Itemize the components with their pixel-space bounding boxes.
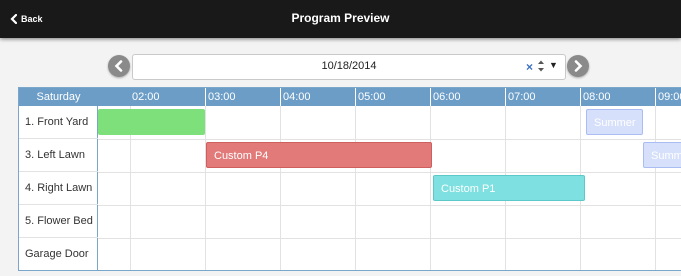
time-label: 06:00	[430, 88, 505, 106]
timeline-area[interactable]: Summer Custom P4 Summer Custom P1	[98, 106, 681, 270]
grid-line	[98, 238, 681, 239]
page-title: Program Preview	[291, 11, 390, 25]
date-input[interactable]: 10/18/2014 × ▼	[132, 54, 566, 80]
time-label: 07:00	[505, 88, 580, 106]
time-label: 03:00	[205, 88, 280, 106]
chevron-right-icon	[574, 60, 583, 72]
time-label: 02:00	[132, 91, 160, 103]
event-block[interactable]: Custom P1	[433, 175, 585, 201]
time-label: 04:00	[280, 88, 355, 106]
event-block[interactable]	[98, 109, 205, 135]
event-block[interactable]: Summer	[586, 109, 643, 135]
grid-line	[355, 106, 356, 270]
time-label: 08:00	[580, 88, 655, 106]
top-bar: Back Program Preview	[0, 0, 681, 38]
resource-label: Garage Door	[25, 248, 89, 260]
resource-label: 5. Flower Bed	[19, 205, 98, 238]
resource-label: 3. Left Lawn	[19, 139, 98, 172]
time-label: 05:00	[355, 88, 430, 106]
grid-line	[280, 106, 281, 270]
grid-line	[98, 205, 681, 206]
dropdown-icon[interactable]: ▼	[549, 60, 558, 70]
date-value: 10/18/2014	[321, 60, 377, 72]
resource-label: 1. Front Yard	[19, 106, 98, 139]
schedule-header: Saturday 02:00 03:00 04:00 05:00 06:00 0…	[19, 88, 681, 106]
previous-day-button[interactable]	[108, 55, 130, 77]
spinner-icon[interactable]	[537, 59, 545, 73]
grid-line	[655, 106, 656, 270]
day-label: Saturday	[36, 91, 81, 103]
next-day-button[interactable]	[567, 55, 589, 77]
resource-label: 4. Right Lawn	[19, 172, 98, 205]
schedule-grid: Saturday 02:00 03:00 04:00 05:00 06:00 0…	[18, 87, 681, 271]
event-block[interactable]: Custom P4	[206, 142, 432, 168]
event-block[interactable]: Summer	[643, 142, 681, 168]
grid-line	[205, 106, 206, 270]
chevron-left-icon	[114, 60, 123, 72]
grid-line	[430, 106, 431, 270]
time-label: 09:00	[655, 88, 681, 106]
grid-line	[98, 139, 681, 140]
resource-column: 1. Front Yard 3. Left Lawn 4. Right Lawn…	[19, 106, 98, 270]
clear-icon[interactable]: ×	[526, 60, 533, 74]
grid-line	[98, 172, 681, 173]
date-navigation: 10/18/2014 × ▼	[0, 54, 681, 82]
